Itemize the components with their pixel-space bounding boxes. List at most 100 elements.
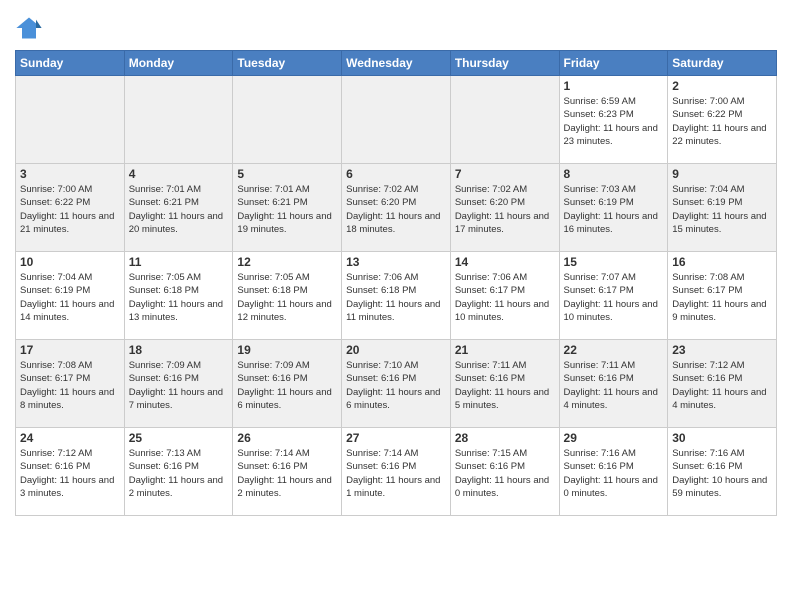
page-container: SundayMondayTuesdayWednesdayThursdayFrid… [0,0,792,521]
day-info: Sunrise: 7:02 AM Sunset: 6:20 PM Dayligh… [455,183,555,236]
calendar-cell [450,76,559,164]
day-info: Sunrise: 7:00 AM Sunset: 6:22 PM Dayligh… [20,183,120,236]
day-info: Sunrise: 7:09 AM Sunset: 6:16 PM Dayligh… [129,359,229,412]
day-info: Sunrise: 7:16 AM Sunset: 6:16 PM Dayligh… [564,447,664,500]
day-number: 23 [672,343,772,357]
day-number: 29 [564,431,664,445]
day-info: Sunrise: 7:05 AM Sunset: 6:18 PM Dayligh… [237,271,337,324]
calendar-cell [233,76,342,164]
day-number: 2 [672,79,772,93]
day-number: 27 [346,431,446,445]
day-info: Sunrise: 7:11 AM Sunset: 6:16 PM Dayligh… [455,359,555,412]
day-number: 11 [129,255,229,269]
day-number: 14 [455,255,555,269]
calendar-cell: 21Sunrise: 7:11 AM Sunset: 6:16 PM Dayli… [450,340,559,428]
calendar-cell [342,76,451,164]
day-info: Sunrise: 7:12 AM Sunset: 6:16 PM Dayligh… [20,447,120,500]
day-info: Sunrise: 7:11 AM Sunset: 6:16 PM Dayligh… [564,359,664,412]
calendar-cell: 4Sunrise: 7:01 AM Sunset: 6:21 PM Daylig… [124,164,233,252]
calendar-cell: 24 Sunrise: 7:12 AM Sunset: 6:16 PM Dayli… [16,428,125,516]
day-info: Sunrise: 7:06 AM Sunset: 6:18 PM Dayligh… [346,271,446,324]
day-info: Sunrise: 7:08 AM Sunset: 6:17 PM Dayligh… [20,359,120,412]
weekday-header-row: SundayMondayTuesdayWednesdayThursdayFrid… [16,51,777,76]
day-number: 7 [455,167,555,181]
day-number: 26 [237,431,337,445]
day-number: 8 [564,167,664,181]
day-number: 22 [564,343,664,357]
day-number: 6 [346,167,446,181]
calendar-cell: 17 Sunrise: 7:08 AM Sunset: 6:17 PM Dayli… [16,340,125,428]
calendar-cell: 7 Sunrise: 7:02 AM Sunset: 6:20 PM Daylig… [450,164,559,252]
day-info: Sunrise: 7:04 AM Sunset: 6:19 PM Dayligh… [20,271,120,324]
day-info: Sunrise: 7:04 AM Sunset: 6:19 PM Dayligh… [672,183,772,236]
calendar-cell: 29 Sunrise: 7:16 AM Sunset: 6:16 PM Dayli… [559,428,668,516]
calendar-cell: 20 Sunrise: 7:10 AM Sunset: 6:16 PM Dayli… [342,340,451,428]
calendar-cell: 9 Sunrise: 7:04 AM Sunset: 6:19 PM Daylig… [668,164,777,252]
calendar-cell: 12 Sunrise: 7:05 AM Sunset: 6:18 PM Dayli… [233,252,342,340]
day-number: 20 [346,343,446,357]
day-info: Sunrise: 7:09 AM Sunset: 6:16 PM Dayligh… [237,359,337,412]
calendar-cell: 13Sunrise: 7:06 AM Sunset: 6:18 PM Dayli… [342,252,451,340]
day-number: 10 [20,255,120,269]
calendar-cell: 1 Sunrise: 6:59 AM Sunset: 6:23 PM Daylig… [559,76,668,164]
header [15,10,777,42]
day-number: 28 [455,431,555,445]
day-info: Sunrise: 7:16 AM Sunset: 6:16 PM Dayligh… [672,447,772,500]
day-info: Sunrise: 7:01 AM Sunset: 6:21 PM Dayligh… [129,183,229,236]
calendar-cell: 2 Sunrise: 7:00 AM Sunset: 6:22 PM Daylig… [668,76,777,164]
calendar-cell: 22 Sunrise: 7:11 AM Sunset: 6:16 PM Dayli… [559,340,668,428]
calendar-cell: 10 Sunrise: 7:04 AM Sunset: 6:19 PM Dayli… [16,252,125,340]
day-info: Sunrise: 7:05 AM Sunset: 6:18 PM Dayligh… [129,271,229,324]
week-row-4: 17 Sunrise: 7:08 AM Sunset: 6:17 PM Dayli… [16,340,777,428]
day-info: Sunrise: 7:03 AM Sunset: 6:19 PM Dayligh… [564,183,664,236]
calendar-cell: 6Sunrise: 7:02 AM Sunset: 6:20 PM Daylig… [342,164,451,252]
calendar-cell: 23 Sunrise: 7:12 AM Sunset: 6:16 PM Dayli… [668,340,777,428]
calendar-cell: 3 Sunrise: 7:00 AM Sunset: 6:22 PM Daylig… [16,164,125,252]
day-info: Sunrise: 7:06 AM Sunset: 6:17 PM Dayligh… [455,271,555,324]
day-info: Sunrise: 7:12 AM Sunset: 6:16 PM Dayligh… [672,359,772,412]
calendar-cell: 15 Sunrise: 7:07 AM Sunset: 6:17 PM Dayli… [559,252,668,340]
week-row-2: 3 Sunrise: 7:00 AM Sunset: 6:22 PM Daylig… [16,164,777,252]
weekday-friday: Friday [559,51,668,76]
day-number: 30 [672,431,772,445]
week-row-1: 1 Sunrise: 6:59 AM Sunset: 6:23 PM Daylig… [16,76,777,164]
weekday-wednesday: Wednesday [342,51,451,76]
calendar-cell: 19 Sunrise: 7:09 AM Sunset: 6:16 PM Dayli… [233,340,342,428]
day-number: 1 [564,79,664,93]
calendar-cell: 5Sunrise: 7:01 AM Sunset: 6:21 PM Daylig… [233,164,342,252]
day-number: 25 [129,431,229,445]
day-info: Sunrise: 7:10 AM Sunset: 6:16 PM Dayligh… [346,359,446,412]
day-number: 19 [237,343,337,357]
day-number: 12 [237,255,337,269]
day-info: Sunrise: 7:00 AM Sunset: 6:22 PM Dayligh… [672,95,772,148]
day-info: Sunrise: 7:07 AM Sunset: 6:17 PM Dayligh… [564,271,664,324]
day-info: Sunrise: 7:08 AM Sunset: 6:17 PM Dayligh… [672,271,772,324]
day-number: 3 [20,167,120,181]
calendar-cell: 8 Sunrise: 7:03 AM Sunset: 6:19 PM Daylig… [559,164,668,252]
calendar-cell: 30 Sunrise: 7:16 AM Sunset: 6:16 PM Dayli… [668,428,777,516]
calendar-cell: 27Sunrise: 7:14 AM Sunset: 6:16 PM Dayli… [342,428,451,516]
day-info: Sunrise: 6:59 AM Sunset: 6:23 PM Dayligh… [564,95,664,148]
week-row-3: 10 Sunrise: 7:04 AM Sunset: 6:19 PM Dayli… [16,252,777,340]
calendar-cell: 16 Sunrise: 7:08 AM Sunset: 6:17 PM Dayli… [668,252,777,340]
calendar-cell: 26Sunrise: 7:14 AM Sunset: 6:16 PM Dayli… [233,428,342,516]
calendar-cell: 25 Sunrise: 7:13 AM Sunset: 6:16 PM Dayli… [124,428,233,516]
day-number: 15 [564,255,664,269]
weekday-sunday: Sunday [16,51,125,76]
day-number: 17 [20,343,120,357]
day-info: Sunrise: 7:13 AM Sunset: 6:16 PM Dayligh… [129,447,229,500]
day-number: 5 [237,167,337,181]
weekday-monday: Monday [124,51,233,76]
day-number: 18 [129,343,229,357]
day-number: 16 [672,255,772,269]
calendar-cell: 18 Sunrise: 7:09 AM Sunset: 6:16 PM Dayli… [124,340,233,428]
day-info: Sunrise: 7:15 AM Sunset: 6:16 PM Dayligh… [455,447,555,500]
day-number: 9 [672,167,772,181]
logo [15,14,45,42]
week-row-5: 24 Sunrise: 7:12 AM Sunset: 6:16 PM Dayli… [16,428,777,516]
calendar-cell: 11 Sunrise: 7:05 AM Sunset: 6:18 PM Dayli… [124,252,233,340]
logo-icon [15,14,43,42]
calendar-cell: 14 Sunrise: 7:06 AM Sunset: 6:17 PM Dayli… [450,252,559,340]
calendar-cell [16,76,125,164]
day-number: 24 [20,431,120,445]
